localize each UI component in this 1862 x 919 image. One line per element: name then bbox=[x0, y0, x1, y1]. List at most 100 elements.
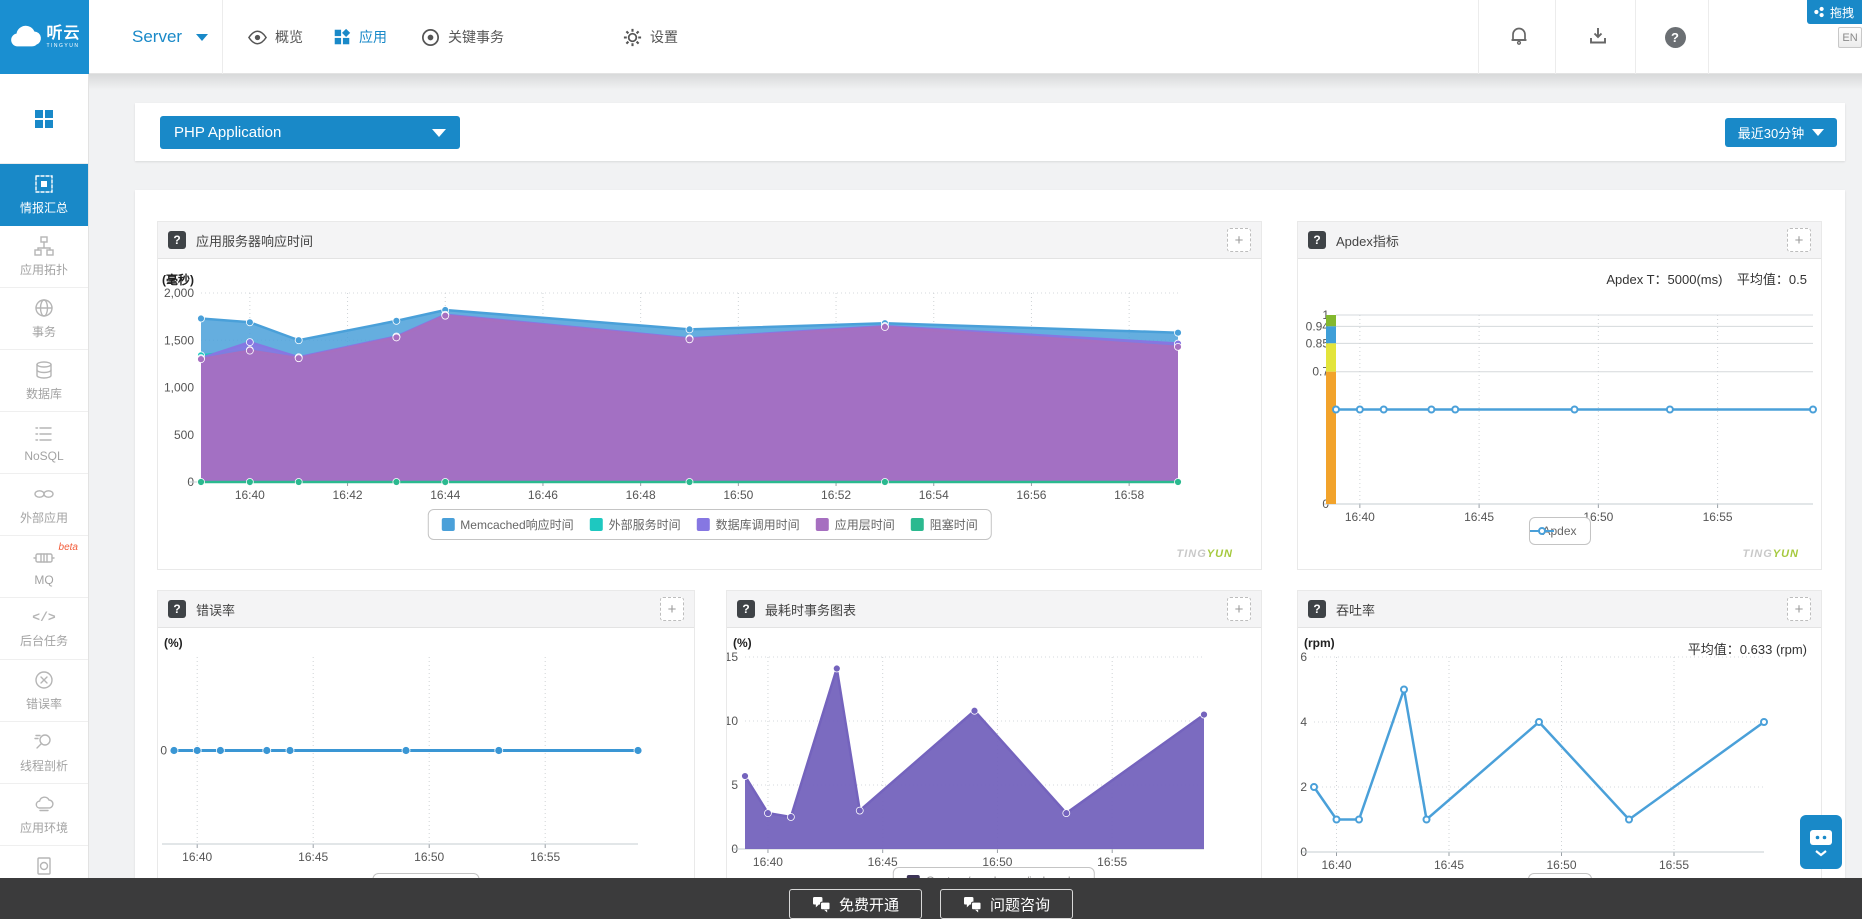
legend-item[interactable]: Memcached响应时间 bbox=[441, 516, 573, 533]
tab-label: 应用 bbox=[359, 27, 387, 47]
svg-text:(%): (%) bbox=[164, 636, 183, 650]
sidebar-item-nosql[interactable]: NoSQL bbox=[0, 412, 88, 474]
time-range-dropdown[interactable]: 最近30分钟 bbox=[1725, 118, 1837, 147]
server-product-dropdown[interactable]: Server bbox=[132, 0, 208, 74]
svg-text:16:50: 16:50 bbox=[723, 488, 753, 502]
legend-item[interactable]: Apdex bbox=[1542, 524, 1576, 538]
help-badge-icon[interactable]: ? bbox=[737, 600, 755, 618]
link-icon bbox=[33, 483, 55, 505]
tab-settings[interactable]: 设置 bbox=[622, 0, 678, 74]
expand-icon[interactable]: + bbox=[1787, 228, 1811, 252]
sidebar-apps-grid-button[interactable] bbox=[0, 74, 88, 164]
svg-text:16:56: 16:56 bbox=[1016, 488, 1046, 502]
promo-footer-bar: 免费开通 问题咨询 bbox=[0, 878, 1862, 919]
alerts-bell-button[interactable] bbox=[1501, 0, 1537, 74]
svg-text:(毫秒): (毫秒) bbox=[162, 272, 194, 287]
left-sidebar: 情报汇总 应用拓扑 事务 数据库 NoSQL 外部应用 beta MQ </> … bbox=[0, 74, 89, 919]
sidebar-item-app-environment[interactable]: 应用环境 bbox=[0, 784, 88, 846]
sidebar-item-label: 外部应用 bbox=[20, 509, 68, 526]
sidebar-item-external-apps[interactable]: 外部应用 bbox=[0, 474, 88, 536]
sidebar-item-mq[interactable]: beta MQ bbox=[0, 536, 88, 598]
help-badge-icon[interactable]: ? bbox=[1308, 600, 1326, 618]
sidebar-item-background-tasks[interactable]: </> 后台任务 bbox=[0, 598, 88, 660]
feedback-widget-button[interactable] bbox=[1800, 815, 1842, 869]
download-icon bbox=[1586, 25, 1610, 49]
chevron-down-icon bbox=[432, 129, 446, 137]
language-toggle-button[interactable]: EN bbox=[1838, 27, 1862, 48]
free-signup-button[interactable]: 免费开通 bbox=[789, 889, 922, 919]
eye-icon bbox=[247, 27, 268, 48]
chat-bubbles-icon bbox=[812, 896, 831, 913]
response-time-chart[interactable]: 05001,0001,5002,00016:4016:4216:4416:461… bbox=[158, 271, 1263, 511]
svg-text:0: 0 bbox=[160, 744, 167, 758]
tab-label: 关键事务 bbox=[448, 27, 504, 47]
expand-icon[interactable]: + bbox=[660, 597, 684, 621]
tab-overview[interactable]: 概览 bbox=[247, 0, 303, 74]
legend-item[interactable]: 阻塞时间 bbox=[911, 516, 978, 533]
sidebar-item-topology[interactable]: 应用拓扑 bbox=[0, 226, 88, 288]
divider bbox=[1478, 0, 1479, 74]
panel-apdex: ? Apdex指标 + Apdex T：5000(ms) 平均值：0.5 00.… bbox=[1297, 221, 1822, 570]
database-icon bbox=[33, 359, 55, 381]
help-button[interactable]: ? bbox=[1657, 0, 1693, 74]
divider bbox=[222, 0, 223, 74]
sidebar-item-label: 应用拓扑 bbox=[20, 261, 68, 278]
brand-subname: TINGYUN bbox=[46, 44, 80, 49]
expand-icon[interactable]: + bbox=[1787, 597, 1811, 621]
legend-item[interactable]: 数据库调用时间 bbox=[697, 516, 800, 533]
sidebar-item-label: 事务 bbox=[32, 323, 56, 340]
application-selector-value: PHP Application bbox=[174, 124, 281, 141]
tab-label: 概览 bbox=[275, 27, 303, 47]
expand-icon[interactable]: + bbox=[1227, 597, 1251, 621]
button-label: 问题咨询 bbox=[990, 894, 1050, 915]
queue-icon bbox=[33, 547, 55, 569]
grid-icon bbox=[32, 107, 56, 131]
drag-handle-tab[interactable]: 拖拽 bbox=[1807, 0, 1862, 24]
svg-text:2: 2 bbox=[1300, 780, 1307, 794]
tab-key-transactions[interactable]: 关键事务 bbox=[420, 0, 504, 74]
divider bbox=[1635, 0, 1636, 74]
divider bbox=[1555, 0, 1556, 74]
sidebar-item-summary[interactable]: 情报汇总 bbox=[0, 164, 88, 226]
svg-text:16:44: 16:44 bbox=[430, 488, 460, 502]
panel-slow-transactions: ? 最耗时事务图表 + 05101516:4016:4516:5016:55(%… bbox=[726, 590, 1262, 919]
beta-badge: beta bbox=[59, 542, 78, 553]
tingyun-logo[interactable]: 听云 TINGYUN bbox=[0, 0, 89, 74]
legend-item[interactable]: 外部服务时间 bbox=[590, 516, 681, 533]
ask-question-button[interactable]: 问题咨询 bbox=[940, 889, 1073, 919]
download-button[interactable] bbox=[1580, 0, 1616, 74]
help-badge-icon[interactable]: ? bbox=[168, 231, 186, 249]
chevron-down-icon bbox=[196, 34, 208, 41]
server-label: Server bbox=[132, 27, 182, 47]
sidebar-item-error-rate[interactable]: 错误率 bbox=[0, 660, 88, 722]
sidebar-item-database[interactable]: 数据库 bbox=[0, 350, 88, 412]
sidebar-item-transactions[interactable]: 事务 bbox=[0, 288, 88, 350]
list-icon bbox=[33, 423, 55, 445]
error-rate-chart[interactable]: 016:4016:4516:5016:55(%) bbox=[158, 631, 696, 871]
throughput-chart[interactable]: 024616:4016:4516:5016:55(rpm) bbox=[1298, 631, 1823, 871]
svg-text:16:40: 16:40 bbox=[235, 488, 265, 502]
svg-text:16:52: 16:52 bbox=[821, 488, 851, 502]
svg-text:16:54: 16:54 bbox=[919, 488, 949, 502]
brand-name: 听云 bbox=[46, 26, 80, 42]
svg-text:16:42: 16:42 bbox=[333, 488, 363, 502]
slow-transactions-chart[interactable]: 05101516:4016:4516:5016:55(%) bbox=[727, 631, 1263, 871]
sidebar-item-label: 后台任务 bbox=[20, 632, 68, 649]
apdex-chart[interactable]: 00.70.850.94116:4016:4516:5016:55 bbox=[1298, 292, 1823, 525]
help-badge-icon[interactable]: ? bbox=[1308, 231, 1326, 249]
svg-text:16:58: 16:58 bbox=[1114, 488, 1144, 502]
svg-text:16:45: 16:45 bbox=[868, 855, 898, 869]
code-icon: </> bbox=[32, 608, 55, 628]
magnifier-icon bbox=[33, 731, 55, 753]
panel-title: 错误率 bbox=[196, 600, 235, 619]
expand-icon[interactable]: + bbox=[1227, 228, 1251, 252]
application-selector-dropdown[interactable]: PHP Application bbox=[160, 116, 460, 149]
svg-text:16:40: 16:40 bbox=[182, 850, 212, 864]
help-badge-icon[interactable]: ? bbox=[168, 600, 186, 618]
svg-text:15: 15 bbox=[727, 650, 738, 664]
sidebar-item-thread-profiling[interactable]: 线程剖析 bbox=[0, 722, 88, 784]
filter-toolbar: PHP Application 最近30分钟 bbox=[135, 103, 1845, 161]
tab-applications[interactable]: 应用 bbox=[332, 0, 387, 74]
chevron-down-icon bbox=[1812, 129, 1824, 136]
legend-item[interactable]: 应用层时间 bbox=[816, 516, 895, 533]
